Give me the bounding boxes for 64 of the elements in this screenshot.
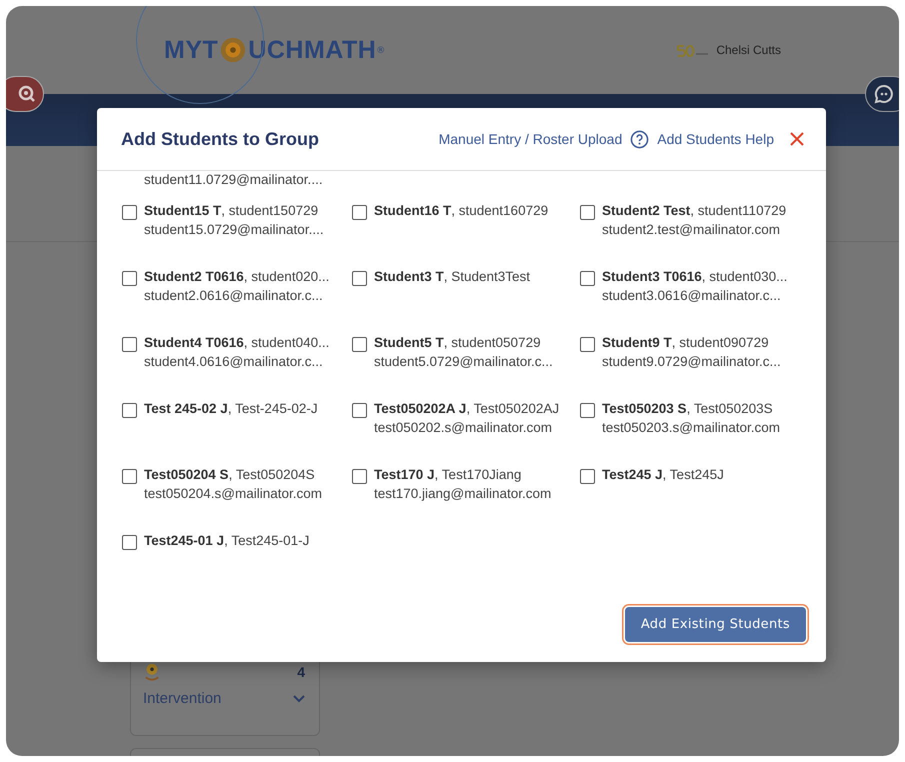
user-name[interactable]: Chelsi Cutts — [716, 43, 781, 57]
student-email: student3.0616@mailinator.c... — [602, 288, 782, 303]
student-email: student2.test@mailinator.com — [602, 222, 782, 237]
student-name: Test245 J, Test245J — [602, 467, 724, 482]
search-tab-button[interactable] — [6, 76, 44, 112]
group-count: 4 — [297, 664, 305, 680]
target-logo-icon — [219, 36, 248, 64]
checkbox[interactable] — [352, 469, 367, 484]
student-email: student2.0616@mailinator.c... — [144, 288, 324, 303]
checkbox[interactable] — [122, 403, 137, 418]
checkbox[interactable] — [580, 271, 595, 286]
checkbox[interactable] — [352, 271, 367, 286]
student-name: Student2 Test, student110729 — [602, 203, 786, 218]
logo-text: MYT — [164, 36, 218, 64]
student-email: test050203.s@mailinator.com — [602, 420, 780, 435]
student-name: Student3 T, Student3Test — [374, 269, 530, 284]
dialog-title: Add Students to Group — [121, 128, 319, 150]
student-email: student15.0729@mailinator.... — [144, 222, 324, 237]
help-link[interactable]: Add Students Help — [657, 131, 774, 147]
student-name: Student16 T, student160729 — [374, 203, 548, 218]
student-email: test170.jiang@mailinator.com — [374, 486, 552, 501]
chat-tab-button[interactable] — [865, 76, 899, 112]
logo-text: UCHMATH — [248, 36, 376, 64]
target-icon — [143, 662, 161, 682]
search-icon — [17, 84, 37, 104]
checkbox[interactable] — [122, 205, 137, 220]
student-email: student4.0616@mailinator.c... — [144, 354, 324, 369]
student-name: Student9 T, student090729 — [602, 335, 770, 350]
checkbox[interactable] — [122, 271, 137, 286]
checkbox[interactable] — [580, 403, 595, 418]
student-name: Test050203 S, Test050203S — [602, 401, 774, 416]
checkbox[interactable] — [352, 205, 367, 220]
anniversary-logo-icon — [676, 43, 710, 57]
student-name: Student4 T0616, student040... — [144, 335, 330, 350]
chevron-down-icon[interactable] — [293, 694, 305, 702]
add-existing-students-button[interactable]: Add Existing Students — [624, 607, 806, 642]
close-icon[interactable] — [790, 132, 804, 146]
checkbox[interactable] — [122, 469, 137, 484]
group-label: Intervention — [143, 690, 222, 707]
checkbox[interactable] — [122, 337, 137, 352]
checkbox[interactable] — [580, 205, 595, 220]
student-email: student9.0729@mailinator.c... — [602, 354, 781, 369]
student-name: Student5 T, student050729 — [374, 335, 542, 350]
student-email: test050204.s@mailinator.com — [144, 486, 322, 501]
student-name: Test050202A J, Test050202AJ — [374, 401, 560, 416]
student-name: Student2 T0616, student020... — [144, 269, 330, 284]
student-name: Test170 J, Test170Jiang — [374, 467, 522, 482]
student-email: test050202.s@mailinator.com — [374, 420, 554, 435]
checkbox[interactable] — [580, 337, 595, 352]
student-email: student5.0729@mailinator.c... — [374, 354, 553, 369]
student-name: Test245-01 J, Test245-01-J — [144, 533, 310, 548]
student-name: Student3 T0616, student030... — [602, 269, 788, 284]
student-name: Test 245-02 J, Test-245-02-J — [144, 401, 318, 416]
student-name: Student15 T, student150729 — [144, 203, 320, 218]
checkbox[interactable] — [580, 469, 595, 484]
trademark-mark: ® — [376, 46, 386, 56]
roster-upload-link[interactable]: Manuel Entry / Roster Upload — [438, 131, 622, 147]
checkbox[interactable] — [352, 403, 367, 418]
checkbox[interactable] — [352, 337, 367, 352]
student-email: student11.0729@mailinator.... — [144, 172, 323, 187]
help-icon[interactable] — [630, 130, 650, 148]
chat-icon — [874, 84, 894, 104]
student-name: Test050204 S, Test050204S — [144, 467, 316, 482]
checkbox[interactable] — [122, 535, 137, 550]
